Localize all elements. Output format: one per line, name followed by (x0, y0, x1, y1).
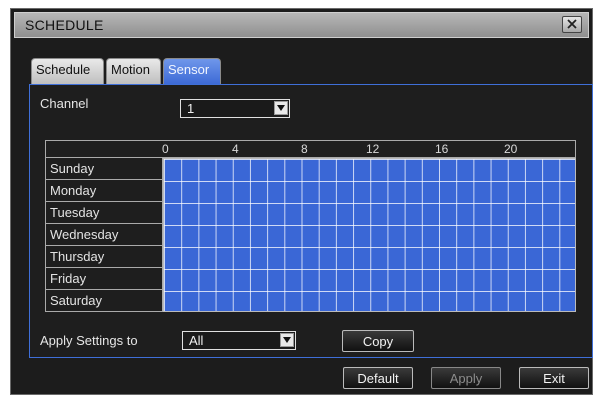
tab-motion-label: Motion (111, 62, 151, 77)
apply-button[interactable]: Apply (431, 367, 501, 389)
day-label-wednesday: Wednesday (45, 224, 163, 246)
tab-sensor-label: Sensor (168, 62, 210, 77)
day-label-saturday: Saturday (45, 290, 163, 312)
day-label-thursday: Thursday (45, 246, 163, 268)
apply-settings-label: Apply Settings to (40, 333, 138, 348)
channel-dropdown-button[interactable] (274, 101, 288, 115)
schedule-window: SCHEDULE Schedule Motion Sensor Channel … (10, 8, 593, 395)
title-bar: SCHEDULE (14, 12, 589, 38)
apply-to-value: All (189, 333, 204, 348)
hour-label: 12 (366, 142, 380, 156)
default-button-label: Default (357, 371, 399, 386)
hour-label: 16 (435, 142, 449, 156)
default-button[interactable]: Default (343, 367, 413, 389)
hour-header: 0 4 8 12 16 20 (45, 140, 576, 158)
day-label-tuesday: Tuesday (45, 202, 163, 224)
channel-select[interactable]: 1 (180, 99, 290, 118)
tab-sensor[interactable]: Sensor (163, 58, 221, 84)
apply-to-select[interactable]: All (182, 331, 296, 350)
chevron-down-icon (283, 337, 291, 343)
day-label-friday: Friday (45, 268, 163, 290)
chevron-down-icon (277, 105, 285, 111)
apply-button-label: Apply (449, 371, 483, 386)
channel-value: 1 (187, 101, 195, 116)
close-button[interactable] (562, 16, 582, 33)
copy-button[interactable]: Copy (342, 330, 414, 352)
exit-button-label: Exit (543, 371, 565, 386)
window-title: SCHEDULE (25, 17, 104, 33)
hour-label: 20 (504, 142, 518, 156)
tab-schedule-label: Schedule (36, 62, 91, 77)
hour-cells-grid[interactable] (163, 158, 576, 312)
hour-label: 4 (232, 142, 239, 156)
channel-label: Channel (40, 96, 89, 111)
copy-button-label: Copy (362, 334, 394, 349)
schedule-grid: 0 4 8 12 16 20 Sunday Monday Tuesday Wed… (45, 140, 576, 312)
sensor-schedule-panel: Channel 1 0 4 8 12 16 20 Sunday Monday T… (29, 84, 593, 358)
tab-motion[interactable]: Motion (106, 58, 161, 84)
tab-schedule[interactable]: Schedule (31, 58, 104, 84)
day-label-monday: Monday (45, 180, 163, 202)
hour-label: 8 (301, 142, 308, 156)
apply-to-dropdown-button[interactable] (280, 333, 294, 347)
day-label-sunday: Sunday (45, 158, 163, 180)
close-icon (567, 19, 577, 29)
exit-button[interactable]: Exit (519, 367, 589, 389)
hour-label: 0 (162, 142, 169, 156)
